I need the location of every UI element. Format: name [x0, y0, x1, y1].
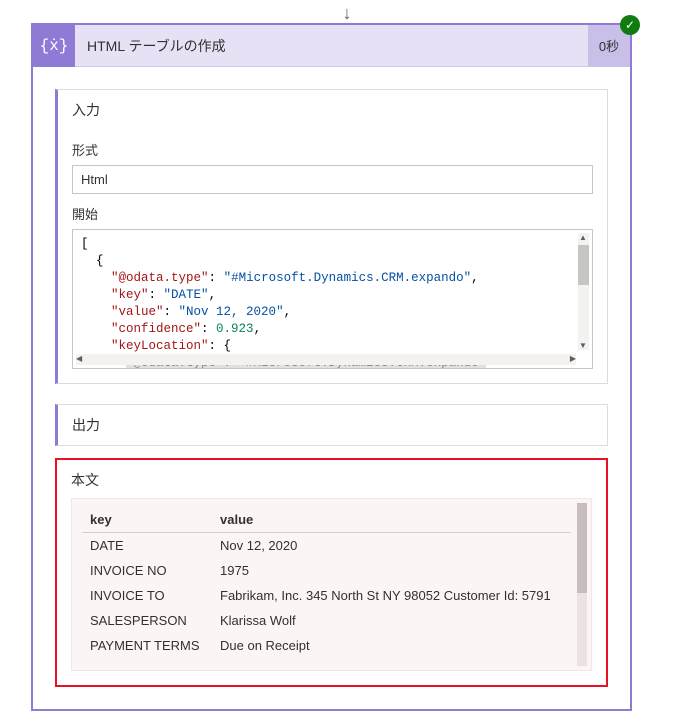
table-row: DATENov 12, 2020 [82, 533, 571, 559]
table-row: SALESPERSONKlarissa Wolf [82, 608, 571, 633]
inputs-section-title: 入力 [58, 90, 607, 130]
table-row: INVOICE NO1975 [82, 558, 571, 583]
cell-key: INVOICE NO [82, 558, 212, 583]
output-table: key value DATENov 12, 2020INVOICE NO1975… [82, 507, 571, 658]
code-content[interactable]: [ { "@odata.type": "#Microsoft.Dynamics.… [73, 230, 592, 368]
output-highlight-box: 本文 key value DATENov 12, 2020INVOICE NO1… [55, 458, 608, 687]
cell-key: SALESPERSON [82, 608, 212, 633]
flow-arrow-icon: ↓ [343, 3, 352, 24]
cell-value: Nov 12, 2020 [212, 533, 571, 559]
table-row: PAYMENT TERMSDue on Receipt [82, 633, 571, 658]
cell-value: Due on Receipt [212, 633, 571, 658]
card-header[interactable]: {ẋ} HTML テーブルの作成 0秒 [33, 25, 630, 67]
format-label: 形式 [72, 140, 593, 159]
output-table-wrapper: key value DATENov 12, 2020INVOICE NO1975… [71, 498, 592, 671]
code-viewer[interactable]: [ { "@odata.type": "#Microsoft.Dynamics.… [72, 229, 593, 369]
body-label: 本文 [71, 470, 592, 490]
inputs-section: 入力 形式 開始 [ { "@odata.type": "#Microsoft.… [55, 89, 608, 384]
cell-value: Klarissa Wolf [212, 608, 571, 633]
column-header-value: value [212, 507, 571, 533]
format-field[interactable] [72, 165, 593, 194]
cell-value: 1975 [212, 558, 571, 583]
cell-key: INVOICE TO [82, 583, 212, 608]
vertical-scrollbar[interactable] [578, 233, 589, 350]
action-card: ✓ {ẋ} HTML テーブルの作成 0秒 入力 形式 開始 [ { "@oda… [31, 23, 632, 711]
output-scrollbar[interactable] [577, 503, 587, 666]
card-body: 入力 形式 開始 [ { "@odata.type": "#Microsoft.… [33, 67, 630, 709]
horizontal-scrollbar[interactable] [76, 354, 576, 365]
card-title: HTML テーブルの作成 [75, 36, 588, 56]
column-header-key: key [82, 507, 212, 533]
cell-key: DATE [82, 533, 212, 559]
table-row: INVOICE TOFabrikam, Inc. 345 North St NY… [82, 583, 571, 608]
start-label: 開始 [72, 204, 593, 223]
outputs-section: 出力 [55, 404, 608, 446]
cell-value: Fabrikam, Inc. 345 North St NY 98052 Cus… [212, 583, 571, 608]
data-operations-icon: {ẋ} [33, 25, 75, 67]
outputs-section-title: 出力 [58, 405, 607, 445]
cell-key: PAYMENT TERMS [82, 633, 212, 658]
success-badge-icon: ✓ [620, 15, 640, 35]
